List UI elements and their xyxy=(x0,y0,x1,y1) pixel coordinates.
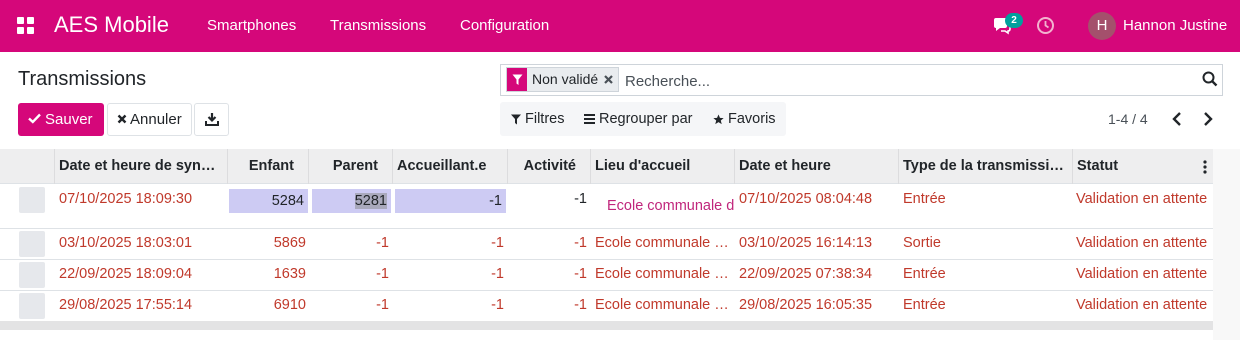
table-row[interactable]: 22/09/2025 18:09:04 1639 -1 -1 -1 Ecole … xyxy=(0,260,1213,291)
filters-label: Filtres xyxy=(525,111,565,127)
group-by-label: Regrouper par xyxy=(599,111,693,127)
cell-accueillant: -1 xyxy=(491,235,504,251)
cell-sync-date: 03/10/2025 18:03:01 xyxy=(59,235,193,251)
table-header: Date et heure de syn… Enfant Parent Accu… xyxy=(0,149,1213,184)
cell-enfant: 6910 xyxy=(273,297,306,313)
column-header-statut[interactable]: Statut xyxy=(1073,149,1213,184)
cell-date: 03/10/2025 16:14:13 xyxy=(739,235,873,251)
cell-statut: Validation en attente xyxy=(1076,266,1208,282)
field-lieu[interactable]: Ecole communale d xyxy=(607,198,735,214)
column-header-date[interactable]: Date et heure xyxy=(735,149,899,184)
clock-icon[interactable] xyxy=(1036,16,1055,35)
cell-lieu: Ecole communale … xyxy=(595,266,729,282)
cell-parent: -1 xyxy=(376,266,389,282)
column-header-type[interactable]: Type de la transmissi… xyxy=(899,149,1073,184)
cell-parent: -1 xyxy=(376,235,389,251)
cell-accueillant: -1 xyxy=(491,266,504,282)
column-header-sync-date[interactable]: Date et heure de syn… xyxy=(55,149,228,184)
chat-count-badge: 2 xyxy=(1005,13,1023,28)
filter-bar: Filtres Regrouper par Favoris xyxy=(500,102,786,136)
menu-configuration[interactable]: Configuration xyxy=(460,17,549,34)
close-icon xyxy=(117,114,127,124)
row-select-checkbox[interactable] xyxy=(19,231,45,257)
table-row-editing[interactable]: 07/10/2025 18:09:30 5284 5281 -1 -1 Ecol… xyxy=(0,185,1213,229)
search-icon[interactable] xyxy=(1202,71,1218,87)
cell-lieu: Ecole communale … xyxy=(595,235,729,251)
cell-lieu: Ecole communale … xyxy=(595,297,729,313)
transmissions-table: Date et heure de syn… Enfant Parent Accu… xyxy=(0,149,1240,340)
save-label: Sauver xyxy=(45,111,93,128)
cell-statut: Validation en attente xyxy=(1076,235,1208,251)
column-header-lieu[interactable]: Lieu d'accueil xyxy=(591,149,735,184)
search-input[interactable] xyxy=(625,70,1185,92)
cancel-button[interactable]: Annuler xyxy=(107,103,192,136)
star-icon xyxy=(713,113,724,124)
cell-sync-date[interactable]: 07/10/2025 18:09:30 xyxy=(59,191,192,207)
column-header-parent[interactable]: Parent xyxy=(309,149,393,184)
cell-accueillant: -1 xyxy=(491,297,504,313)
cell-activite: -1 xyxy=(574,297,587,313)
horizontal-scrollbar[interactable] xyxy=(0,321,1213,330)
cell-sync-date: 22/09/2025 18:09:04 xyxy=(59,266,193,282)
row-select-checkbox[interactable] xyxy=(19,262,45,288)
row-select-checkbox[interactable] xyxy=(19,293,45,319)
filter-icon xyxy=(507,68,527,91)
cell-statut[interactable]: Validation en attente xyxy=(1076,191,1207,207)
filter-icon xyxy=(511,114,521,124)
cell-date: 22/09/2025 07:38:34 xyxy=(739,266,873,282)
app-brand[interactable]: AES Mobile xyxy=(54,12,169,38)
menu-smartphones[interactable]: Smartphones xyxy=(207,17,296,34)
select-all-header[interactable] xyxy=(0,149,55,184)
favorites-label: Favoris xyxy=(728,111,776,127)
column-header-activite[interactable]: Activité xyxy=(508,149,591,184)
pager-value[interactable]: 1-4 / 4 xyxy=(1108,111,1148,127)
download-icon xyxy=(205,113,219,126)
table-row[interactable]: 03/10/2025 18:03:01 5869 -1 -1 -1 Ecole … xyxy=(0,229,1213,260)
field-accueillant[interactable]: -1 xyxy=(395,189,506,213)
facet-remove-icon[interactable] xyxy=(602,68,618,91)
column-header-enfant[interactable]: Enfant xyxy=(228,149,309,184)
top-navbar: AES Mobile Smartphones Transmissions Con… xyxy=(0,0,1240,52)
filters-dropdown[interactable]: Filtres xyxy=(511,111,564,127)
cancel-label: Annuler xyxy=(130,111,182,128)
search-facet[interactable]: Non validé xyxy=(506,67,620,92)
cell-type: Entrée xyxy=(903,297,946,313)
field-parent[interactable]: 5281 xyxy=(312,189,391,213)
cell-parent: -1 xyxy=(376,297,389,313)
cell-date[interactable]: 07/10/2025 08:04:48 xyxy=(739,191,872,207)
check-icon xyxy=(28,113,41,124)
list-icon xyxy=(584,114,595,124)
cell-enfant: 1639 xyxy=(273,266,306,282)
facet-label: Non validé xyxy=(532,71,599,87)
apps-menu-icon[interactable] xyxy=(17,17,35,35)
chevron-right-icon[interactable] xyxy=(1202,111,1214,127)
table-row[interactable]: 29/08/2025 17:55:14 6910 -1 -1 -1 Ecole … xyxy=(0,291,1213,322)
cell-date: 29/08/2025 16:05:35 xyxy=(739,297,873,313)
group-by-dropdown[interactable]: Regrouper par xyxy=(584,111,693,127)
menu-transmissions[interactable]: Transmissions xyxy=(330,17,426,34)
vertical-scroll-area xyxy=(1213,149,1240,340)
chevron-left-icon[interactable] xyxy=(1171,111,1183,127)
cell-statut: Validation en attente xyxy=(1076,297,1208,313)
cell-type: Entrée xyxy=(903,266,946,282)
column-options-icon[interactable] xyxy=(1200,160,1210,174)
download-button[interactable] xyxy=(194,103,229,136)
cell-sync-date: 29/08/2025 17:55:14 xyxy=(59,297,193,313)
user-avatar[interactable]: H xyxy=(1088,12,1116,40)
selected-text: 5281 xyxy=(354,193,387,209)
favorites-dropdown[interactable]: Favoris xyxy=(713,111,776,127)
cell-type: Sortie xyxy=(903,235,941,251)
page-title: Transmissions xyxy=(18,68,147,90)
row-select-checkbox[interactable] xyxy=(19,187,45,213)
cell-activite: -1 xyxy=(574,266,587,282)
cell-enfant: 5869 xyxy=(273,235,306,251)
cell-activite: -1 xyxy=(574,235,587,251)
field-enfant[interactable]: 5284 xyxy=(229,189,308,213)
field-activite[interactable]: -1 xyxy=(508,191,587,207)
column-header-accueillant[interactable]: Accueillant.e xyxy=(393,149,508,184)
user-name[interactable]: Hannon Justine xyxy=(1123,17,1227,34)
cell-type[interactable]: Entrée xyxy=(903,191,946,207)
save-button[interactable]: Sauver xyxy=(18,103,104,136)
